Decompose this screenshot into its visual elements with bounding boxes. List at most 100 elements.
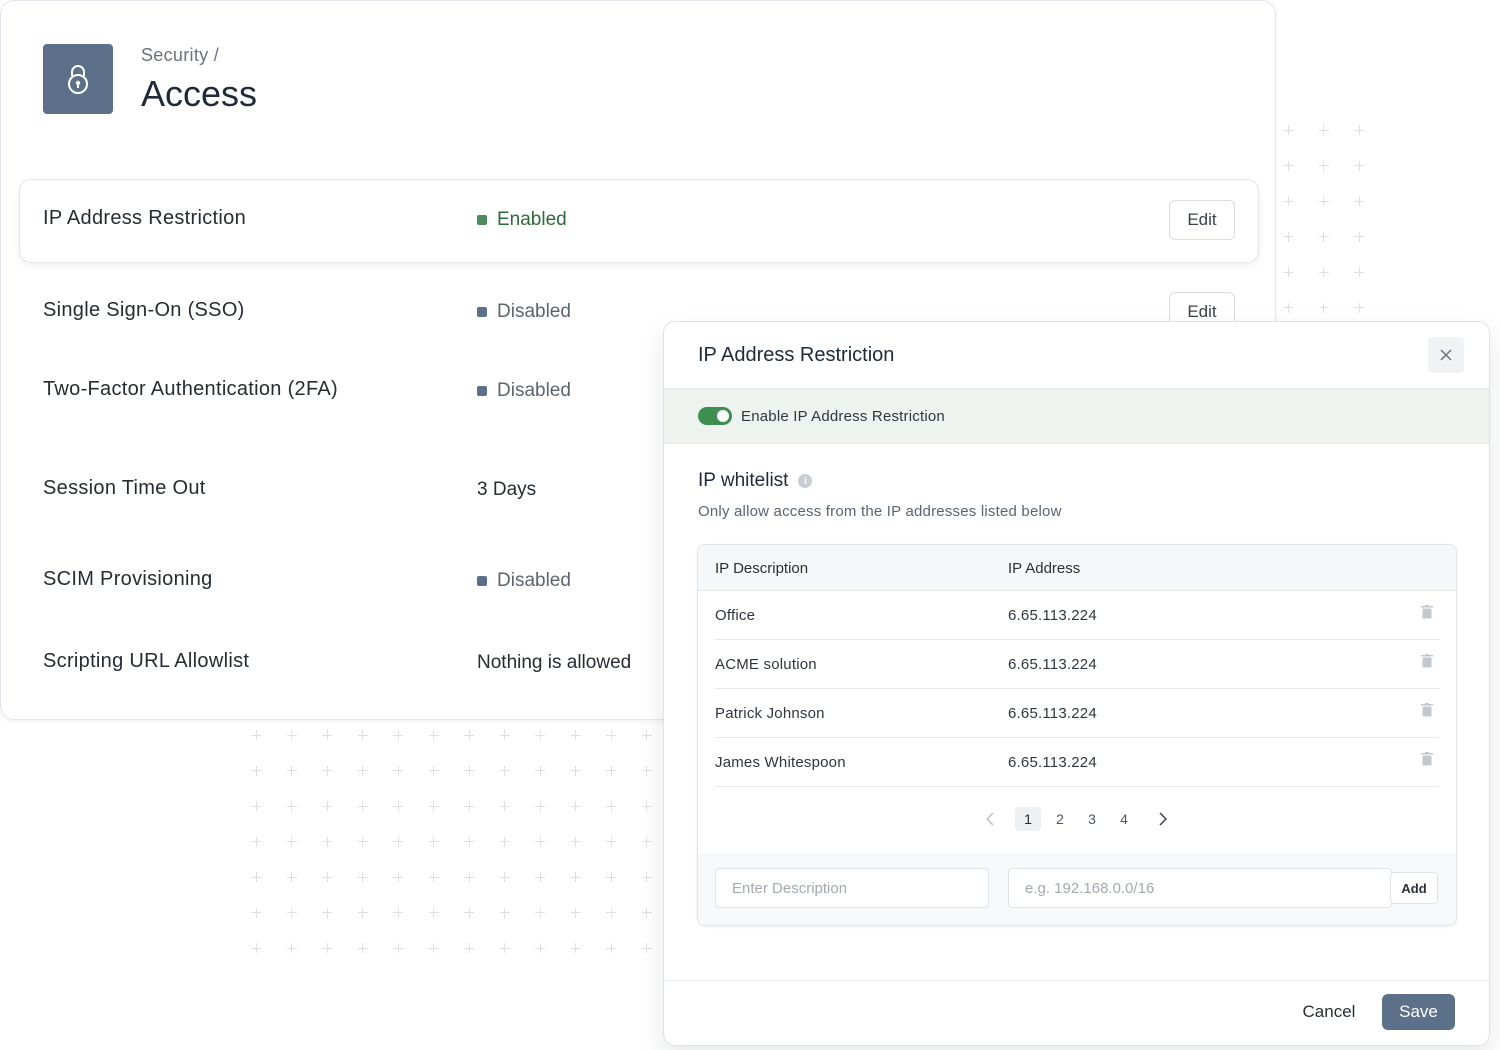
row-description: ACME solution: [715, 656, 817, 673]
plus-decoration: [393, 836, 403, 847]
plus-decoration: [535, 765, 545, 776]
edit-ip-restriction-button[interactable]: Edit: [1169, 200, 1235, 240]
plus-decoration: [499, 872, 510, 882]
plus-decoration: [499, 765, 510, 776]
lock-icon: [43, 44, 113, 114]
plus-decoration: [428, 730, 439, 740]
page-2-button[interactable]: 2: [1047, 807, 1073, 831]
plus-decoration: [393, 943, 403, 953]
row-address: 6.65.113.224: [1008, 705, 1097, 722]
trash-icon[interactable]: [1421, 654, 1433, 673]
column-header-address: IP Address: [1008, 560, 1081, 577]
plus-decoration: [322, 872, 332, 882]
toggle-label: Enable IP Address Restriction: [741, 408, 945, 425]
status-badge: Disabled: [477, 380, 571, 402]
description-input[interactable]: [715, 868, 989, 908]
row-address: 6.65.113.224: [1008, 607, 1097, 624]
plus-decoration: [499, 907, 510, 918]
plus-decoration: [606, 801, 616, 811]
plus-decoration: [251, 801, 261, 811]
plus-decoration: [322, 801, 332, 811]
plus-decoration: [393, 872, 403, 882]
trash-icon[interactable]: [1421, 605, 1433, 624]
plus-decoration: [1283, 125, 1293, 135]
status-text: Disabled: [497, 570, 571, 591]
status-badge: Enabled: [477, 209, 567, 231]
ip-address-input[interactable]: [1008, 868, 1392, 908]
setting-label: Two-Factor Authentication (2FA): [43, 378, 338, 400]
plus-decoration: [499, 730, 510, 740]
trash-icon[interactable]: [1421, 703, 1433, 722]
table-row: ACME solution 6.65.113.224: [715, 640, 1439, 689]
trash-icon[interactable]: [1421, 752, 1433, 771]
row-description: Office: [715, 607, 756, 624]
row-address: 6.65.113.224: [1008, 754, 1097, 771]
setting-label: Scripting URL Allowlist: [43, 650, 250, 672]
section-title: IP whitelist i: [698, 470, 813, 492]
chevron-right-icon[interactable]: [1153, 809, 1173, 829]
column-header-description: IP Description: [715, 560, 809, 577]
section-title-text: IP whitelist: [698, 470, 789, 491]
plus-decoration: [428, 836, 439, 847]
breadcrumb[interactable]: Security /: [141, 45, 219, 66]
row-description: James Whitespoon: [715, 754, 846, 771]
plus-decoration: [1283, 231, 1293, 242]
plus-decoration: [464, 801, 474, 811]
plus-decoration: [251, 872, 261, 882]
plus-decoration: [606, 943, 616, 953]
enable-ip-restriction-toggle[interactable]: [698, 407, 732, 425]
setting-label: IP Address Restriction: [43, 207, 246, 229]
plus-decoration: [393, 801, 403, 811]
setting-label: Single Sign-On (SSO): [43, 299, 245, 321]
modal-title: IP Address Restriction: [698, 344, 895, 366]
page-1-button[interactable]: 1: [1015, 807, 1041, 831]
plus-decoration: [1283, 267, 1293, 277]
page-4-button[interactable]: 4: [1111, 807, 1137, 831]
plus-decoration: [1318, 267, 1329, 277]
status-dot: [477, 386, 487, 396]
plus-decoration: [251, 765, 261, 776]
plus-decoration: [357, 943, 368, 953]
close-icon[interactable]: [1428, 337, 1464, 373]
plus-decoration: [535, 730, 545, 740]
plus-decoration: [286, 907, 297, 918]
plus-decoration: [641, 836, 652, 847]
plus-decoration: [570, 943, 581, 953]
plus-decoration: [286, 801, 297, 811]
plus-decoration: [606, 872, 616, 882]
status-dot: [477, 215, 487, 225]
plus-decoration: [1354, 267, 1364, 277]
plus-decoration: [1318, 231, 1329, 242]
add-ip-button[interactable]: Add: [1390, 872, 1438, 904]
plus-decoration: [1354, 160, 1364, 171]
plus-decoration: [570, 801, 581, 811]
plus-decoration: [1283, 302, 1293, 313]
plus-decoration: [464, 836, 474, 847]
plus-decoration: [322, 836, 332, 847]
chevron-left-icon[interactable]: [980, 809, 1000, 829]
cancel-button[interactable]: Cancel: [1288, 994, 1370, 1030]
plus-decoration: [570, 836, 581, 847]
save-button[interactable]: Save: [1382, 994, 1455, 1030]
plus-decoration: [357, 907, 368, 918]
footer-divider: [664, 980, 1489, 981]
plus-decoration: [570, 872, 581, 882]
plus-decoration: [464, 765, 474, 776]
plus-decoration: [428, 943, 439, 953]
status-text: Disabled: [497, 380, 571, 401]
row-description: Patrick Johnson: [715, 705, 825, 722]
plus-decoration: [606, 730, 616, 740]
plus-decoration: [1318, 196, 1329, 206]
setting-label: SCIM Provisioning: [43, 568, 213, 590]
plus-decoration: [535, 872, 545, 882]
plus-decoration: [286, 943, 297, 953]
plus-decoration: [251, 907, 261, 918]
plus-decoration: [322, 730, 332, 740]
info-icon[interactable]: i: [798, 474, 813, 488]
plus-decoration: [357, 872, 368, 882]
plus-decoration: [286, 730, 297, 740]
plus-decoration: [464, 943, 474, 953]
setting-label: Session Time Out: [43, 477, 206, 499]
plus-decoration: [570, 907, 581, 918]
page-3-button[interactable]: 3: [1079, 807, 1105, 831]
